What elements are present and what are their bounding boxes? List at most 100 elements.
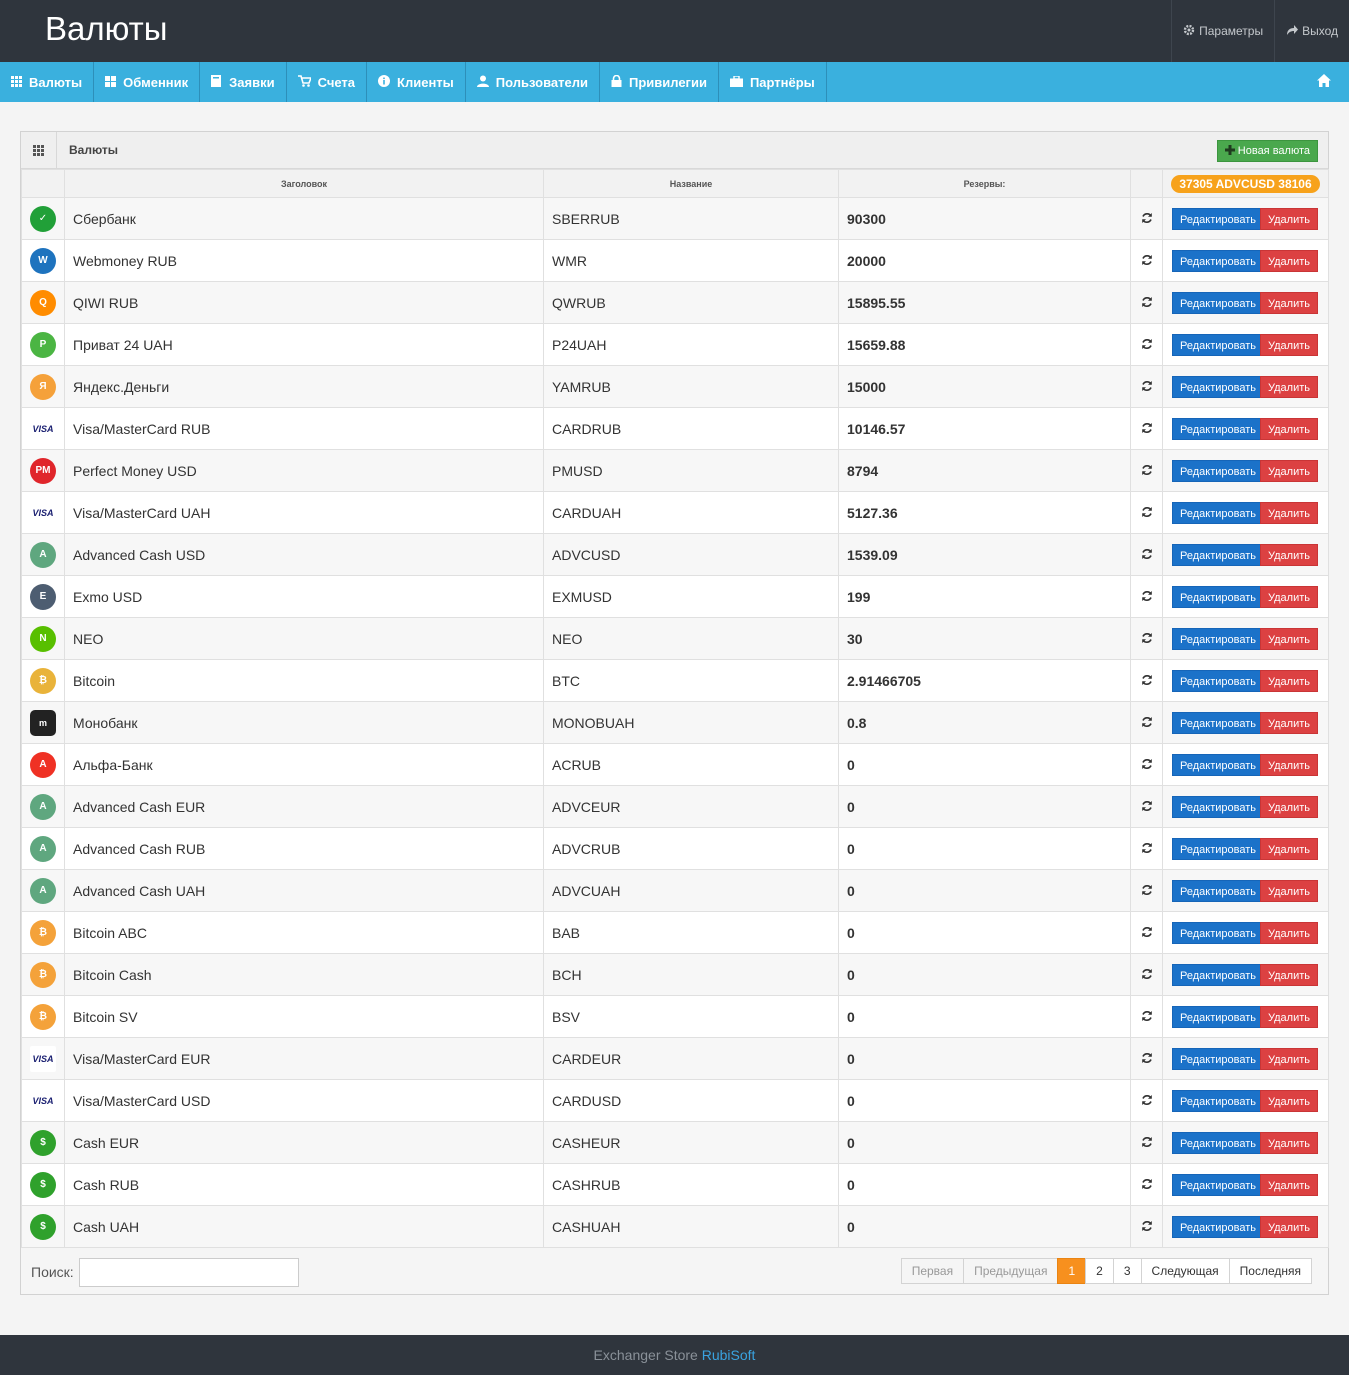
- search-input[interactable]: [79, 1258, 299, 1287]
- refresh-icon[interactable]: [1141, 883, 1153, 899]
- refresh-icon[interactable]: [1141, 253, 1153, 269]
- nav-item-exchanger[interactable]: Обменник: [94, 62, 201, 102]
- edit-button[interactable]: Редактировать: [1172, 1131, 1264, 1154]
- nav-item-privileges[interactable]: Привилегии: [600, 62, 719, 102]
- refresh-icon[interactable]: [1141, 967, 1153, 983]
- refresh-icon[interactable]: [1141, 799, 1153, 815]
- delete-button[interactable]: Удалить: [1260, 249, 1318, 272]
- column-header-reserves[interactable]: Резервы:: [838, 169, 1131, 198]
- edit-button[interactable]: Редактировать: [1172, 501, 1264, 524]
- delete-button[interactable]: Удалить: [1260, 333, 1318, 356]
- edit-button[interactable]: Редактировать: [1172, 1215, 1264, 1238]
- refresh-icon[interactable]: [1141, 1219, 1153, 1235]
- edit-button[interactable]: Редактировать: [1172, 627, 1264, 650]
- delete-button[interactable]: Удалить: [1260, 879, 1318, 902]
- refresh-icon[interactable]: [1141, 379, 1153, 395]
- refresh-icon[interactable]: [1141, 211, 1153, 227]
- delete-button[interactable]: Удалить: [1260, 585, 1318, 608]
- delete-button[interactable]: Удалить: [1260, 669, 1318, 692]
- refresh-icon[interactable]: [1141, 1135, 1153, 1151]
- pagination-last[interactable]: Последняя: [1228, 1258, 1312, 1284]
- edit-button[interactable]: Редактировать: [1172, 585, 1264, 608]
- refresh-icon[interactable]: [1141, 715, 1153, 731]
- nav-item-currencies[interactable]: Валюты: [0, 62, 95, 102]
- delete-button[interactable]: Удалить: [1260, 921, 1318, 944]
- column-header-title[interactable]: Заголовок: [64, 169, 544, 198]
- edit-button[interactable]: Редактировать: [1172, 1173, 1264, 1196]
- refresh-icon[interactable]: [1141, 757, 1153, 773]
- delete-button[interactable]: Удалить: [1260, 963, 1318, 986]
- settings-link[interactable]: Параметры: [1171, 0, 1274, 62]
- refresh-icon[interactable]: [1141, 1051, 1153, 1067]
- home-icon[interactable]: [1317, 74, 1331, 90]
- edit-button[interactable]: Редактировать: [1172, 417, 1264, 440]
- edit-button[interactable]: Редактировать: [1172, 1047, 1264, 1070]
- delete-button[interactable]: Удалить: [1260, 543, 1318, 566]
- delete-button[interactable]: Удалить: [1260, 627, 1318, 650]
- nav-item-clients[interactable]: Клиенты: [367, 62, 466, 102]
- delete-button[interactable]: Удалить: [1260, 417, 1318, 440]
- refresh-icon[interactable]: [1141, 547, 1153, 563]
- delete-button[interactable]: Удалить: [1260, 753, 1318, 776]
- delete-button[interactable]: Удалить: [1260, 291, 1318, 314]
- refresh-icon[interactable]: [1141, 1009, 1153, 1025]
- logout-link[interactable]: Выход: [1274, 0, 1349, 62]
- refresh-icon[interactable]: [1141, 1177, 1153, 1193]
- pagination-first[interactable]: Первая: [900, 1258, 965, 1284]
- edit-button[interactable]: Редактировать: [1172, 753, 1264, 776]
- edit-button[interactable]: Редактировать: [1172, 879, 1264, 902]
- edit-button[interactable]: Редактировать: [1172, 837, 1264, 860]
- delete-button[interactable]: Удалить: [1260, 1131, 1318, 1154]
- delete-button[interactable]: Удалить: [1260, 459, 1318, 482]
- delete-button[interactable]: Удалить: [1260, 1173, 1318, 1196]
- delete-button[interactable]: Удалить: [1260, 207, 1318, 230]
- new-currency-button[interactable]: Новая валюта: [1216, 140, 1318, 162]
- nav-item-orders[interactable]: Заявки: [200, 62, 287, 102]
- edit-button[interactable]: Редактировать: [1172, 795, 1264, 818]
- edit-button[interactable]: Редактировать: [1172, 459, 1264, 482]
- edit-button[interactable]: Редактировать: [1172, 963, 1264, 986]
- edit-button[interactable]: Редактировать: [1172, 333, 1264, 356]
- refresh-icon[interactable]: [1141, 337, 1153, 353]
- delete-button[interactable]: Удалить: [1260, 1005, 1318, 1028]
- edit-button[interactable]: Редактировать: [1172, 291, 1264, 314]
- footer-brand-link[interactable]: RubiSoft: [702, 1347, 756, 1363]
- refresh-icon[interactable]: [1141, 505, 1153, 521]
- pagination-next[interactable]: Следующая: [1140, 1258, 1230, 1284]
- delete-button[interactable]: Удалить: [1260, 837, 1318, 860]
- refresh-icon[interactable]: [1141, 841, 1153, 857]
- nav-item-users[interactable]: Пользователи: [466, 62, 600, 102]
- delete-button[interactable]: Удалить: [1260, 795, 1318, 818]
- edit-button[interactable]: Редактировать: [1172, 1005, 1264, 1028]
- pagination-page-3[interactable]: 3: [1112, 1258, 1142, 1284]
- pagination-prev[interactable]: Предыдущая: [963, 1258, 1059, 1284]
- edit-button[interactable]: Редактировать: [1172, 669, 1264, 692]
- refresh-icon[interactable]: [1141, 589, 1153, 605]
- refresh-icon[interactable]: [1141, 631, 1153, 647]
- delete-button[interactable]: Удалить: [1260, 1215, 1318, 1238]
- delete-button[interactable]: Удалить: [1260, 1047, 1318, 1070]
- nav-item-partners[interactable]: Партнёры: [719, 62, 827, 102]
- edit-button[interactable]: Редактировать: [1172, 921, 1264, 944]
- refresh-icon[interactable]: [1141, 295, 1153, 311]
- delete-button[interactable]: Удалить: [1260, 711, 1318, 734]
- refresh-icon[interactable]: [1141, 925, 1153, 941]
- refresh-icon[interactable]: [1141, 1093, 1153, 1109]
- edit-button[interactable]: Редактировать: [1172, 249, 1264, 272]
- edit-button[interactable]: Редактировать: [1172, 207, 1264, 230]
- pagination-page-1[interactable]: 1: [1057, 1258, 1087, 1284]
- nav-item-accounts[interactable]: Счета: [287, 62, 368, 102]
- refresh-icon[interactable]: [1141, 673, 1153, 689]
- edit-button[interactable]: Редактировать: [1172, 543, 1264, 566]
- edit-button[interactable]: Редактировать: [1172, 1089, 1264, 1112]
- column-header-name[interactable]: Название: [543, 169, 839, 198]
- delete-button[interactable]: Удалить: [1260, 501, 1318, 524]
- refresh-icon[interactable]: [1141, 421, 1153, 437]
- edit-button[interactable]: Редактировать: [1172, 375, 1264, 398]
- delete-button[interactable]: Удалить: [1260, 1089, 1318, 1112]
- sync-cell: [1130, 365, 1163, 408]
- refresh-icon[interactable]: [1141, 463, 1153, 479]
- delete-button[interactable]: Удалить: [1260, 375, 1318, 398]
- pagination-page-2[interactable]: 2: [1085, 1258, 1114, 1284]
- edit-button[interactable]: Редактировать: [1172, 711, 1264, 734]
